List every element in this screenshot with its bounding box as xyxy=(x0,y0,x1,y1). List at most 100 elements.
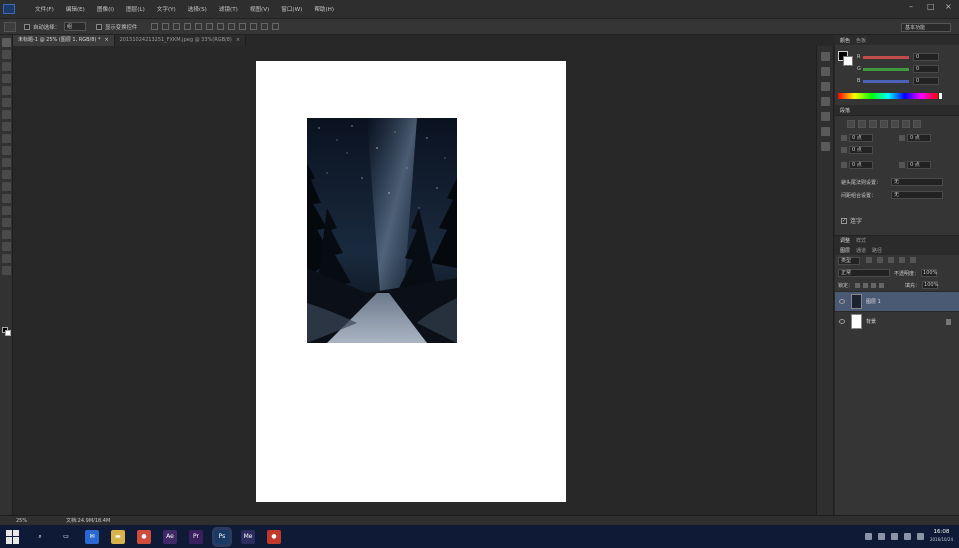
network-icon[interactable] xyxy=(890,532,898,540)
align-left-icon[interactable] xyxy=(184,23,192,30)
path-select-tool-icon[interactable] xyxy=(2,230,11,239)
color-background-swatch[interactable] xyxy=(843,56,853,66)
maximize-icon[interactable]: □ xyxy=(927,3,935,11)
auto-select-dropdown[interactable]: 组 xyxy=(63,22,86,31)
blue-value[interactable]: 0 xyxy=(913,77,939,85)
distribute-top-icon[interactable] xyxy=(217,23,225,30)
pen-tool-icon[interactable] xyxy=(2,206,11,215)
align-center-text-icon[interactable] xyxy=(858,120,866,128)
align-hcenter-icon[interactable] xyxy=(195,23,203,30)
lock-position-icon[interactable] xyxy=(871,282,877,288)
red-slider[interactable] xyxy=(863,55,909,59)
red-value[interactable]: 0 xyxy=(913,53,939,61)
justify-last-left-icon[interactable] xyxy=(880,120,888,128)
media-encoder-icon[interactable]: Me xyxy=(241,529,255,544)
tab-swatches[interactable]: 色板 xyxy=(853,37,869,44)
gradient-tool-icon[interactable] xyxy=(2,170,11,179)
menu-filter[interactable]: 滤镜(T) xyxy=(213,5,244,13)
document-canvas[interactable] xyxy=(256,61,566,502)
mojikumi-dropdown[interactable]: 无 xyxy=(891,191,943,199)
search-icon[interactable]: ⌕ xyxy=(33,529,47,544)
tab-close-icon[interactable]: × xyxy=(236,37,240,43)
after-effects-icon[interactable]: Ae xyxy=(163,529,177,544)
move-tool-preset-icon[interactable] xyxy=(4,21,16,32)
premiere-icon[interactable]: Pr xyxy=(189,529,203,544)
photoshop-icon[interactable]: Ps xyxy=(215,529,229,544)
tab-channels[interactable]: 通道 xyxy=(853,247,869,254)
justify-all-icon[interactable] xyxy=(913,120,921,128)
chrome-icon[interactable]: ● xyxy=(137,529,151,544)
color-spectrum[interactable] xyxy=(838,93,938,99)
align-right-icon[interactable] xyxy=(206,23,214,30)
color-spectrum-white[interactable] xyxy=(939,93,942,99)
green-value[interactable]: 0 xyxy=(913,65,939,73)
distribute-hcenter-icon[interactable] xyxy=(261,23,269,30)
menu-file[interactable]: 文件(F) xyxy=(29,5,60,13)
windows-start-icon[interactable] xyxy=(6,529,20,544)
layer-row-background[interactable]: 背景 xyxy=(835,311,959,331)
lock-transparent-icon[interactable] xyxy=(855,282,861,288)
lasso-tool-icon[interactable] xyxy=(2,62,11,71)
workspace-dropdown[interactable]: 基本功能 xyxy=(901,23,951,32)
tab-untitled[interactable]: 未标题-1 @ 25% (图层 1, RGB/8) * × xyxy=(13,35,115,46)
space-before-field[interactable]: 0 点 xyxy=(849,161,873,169)
menu-edit[interactable]: 编辑(E) xyxy=(60,5,91,13)
align-vcenter-icon[interactable] xyxy=(162,23,170,30)
filter-adjustment-icon[interactable] xyxy=(876,257,883,263)
tab-adjustments[interactable]: 调整 xyxy=(837,237,853,244)
marquee-tool-icon[interactable] xyxy=(2,50,11,59)
volume-icon[interactable] xyxy=(877,532,885,540)
character-panel-icon[interactable] xyxy=(821,82,830,91)
hand-tool-icon[interactable] xyxy=(2,254,11,263)
properties-panel-icon[interactable] xyxy=(821,127,830,136)
healing-tool-icon[interactable] xyxy=(2,110,11,119)
tool-presets-panel-icon[interactable] xyxy=(821,142,830,151)
distribute-left-icon[interactable] xyxy=(250,23,258,30)
green-slider[interactable] xyxy=(863,67,909,71)
blur-tool-icon[interactable] xyxy=(2,182,11,191)
visibility-eye-icon[interactable] xyxy=(839,319,845,324)
tab-layers[interactable]: 图层 xyxy=(837,247,853,254)
history-panel-icon[interactable] xyxy=(821,52,830,61)
tab-paths[interactable]: 路径 xyxy=(869,247,885,254)
lock-pixels-icon[interactable] xyxy=(863,282,869,288)
quick-select-tool-icon[interactable] xyxy=(2,74,11,83)
distribute-right-icon[interactable] xyxy=(272,23,280,30)
crop-tool-icon[interactable] xyxy=(2,86,11,95)
dodge-tool-icon[interactable] xyxy=(2,194,11,203)
justify-last-center-icon[interactable] xyxy=(891,120,899,128)
folder-icon[interactable]: ▬ xyxy=(111,529,125,544)
filter-shape-icon[interactable] xyxy=(898,257,905,263)
shape-tool-icon[interactable] xyxy=(2,242,11,251)
tab-jpeg[interactable]: 20151024213251_FXKM.jpeg @ 33%(RGB/8) × xyxy=(114,35,247,46)
menu-image[interactable]: 图像(I) xyxy=(91,5,120,13)
clock[interactable]: 16:08 2016/10/24 xyxy=(930,529,953,543)
opacity-field[interactable]: 100% xyxy=(921,269,937,277)
filter-type-icon[interactable] xyxy=(887,257,894,263)
canvas-area[interactable] xyxy=(14,46,814,515)
blue-slider[interactable] xyxy=(863,79,909,83)
align-left-text-icon[interactable] xyxy=(847,120,855,128)
menu-view[interactable]: 视图(V) xyxy=(244,5,275,13)
paragraph-panel-icon[interactable] xyxy=(821,97,830,106)
distribute-bottom-icon[interactable] xyxy=(239,23,247,30)
align-right-text-icon[interactable] xyxy=(869,120,877,128)
move-tool-icon[interactable] xyxy=(2,38,11,47)
eraser-tool-icon[interactable] xyxy=(2,158,11,167)
layer-kind-dropdown[interactable]: 类型 xyxy=(838,257,860,265)
tab-color[interactable]: 颜色 xyxy=(837,37,853,44)
background-color-swatch[interactable] xyxy=(5,330,11,336)
justify-last-right-icon[interactable] xyxy=(902,120,910,128)
align-top-icon[interactable] xyxy=(151,23,159,30)
actions-panel-icon[interactable] xyxy=(821,67,830,76)
menu-select[interactable]: 选择(S) xyxy=(182,5,213,13)
task-view-icon[interactable]: ▭ xyxy=(59,529,73,544)
tab-paragraph[interactable]: 段落 xyxy=(837,107,853,114)
recorder-icon[interactable]: ● xyxy=(267,529,281,544)
visibility-eye-icon[interactable] xyxy=(839,299,845,304)
filter-smart-object-icon[interactable] xyxy=(909,257,916,263)
hyphenate-checkbox[interactable]: ✓ xyxy=(841,217,847,224)
kinsoku-dropdown[interactable]: 无 xyxy=(891,178,943,186)
document-info[interactable]: 文档:24.9M/18.4M xyxy=(66,517,110,524)
menu-help[interactable]: 帮助(H) xyxy=(308,5,340,13)
